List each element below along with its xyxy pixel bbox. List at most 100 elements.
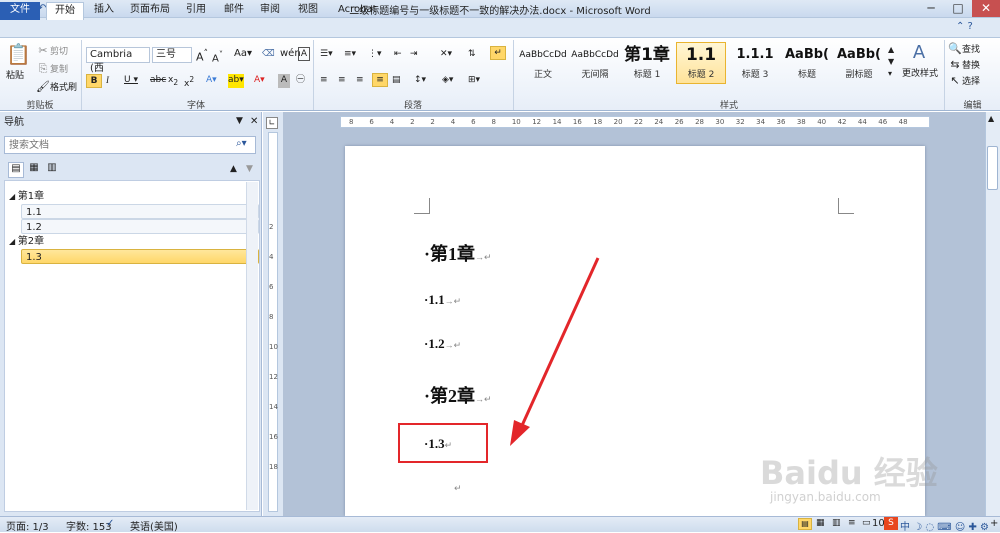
tab-view[interactable]: 视图 — [290, 2, 326, 20]
style-heading-1[interactable]: 第1章 标题 1 — [622, 42, 672, 84]
tree-item[interactable]: 1.1 — [21, 204, 259, 219]
subscript-button[interactable]: x2 — [168, 74, 178, 88]
tab-references[interactable]: 引用 — [178, 2, 214, 20]
browse-results-icon[interactable]: ▥ — [44, 162, 60, 178]
text-effects-icon[interactable]: A▾ — [206, 74, 217, 88]
draft-icon[interactable]: ▭ — [862, 518, 871, 528]
underline-button[interactable]: U ▾ — [124, 74, 138, 88]
heading-1-paragraph[interactable]: ·第2章→↵ — [424, 382, 492, 408]
style-title[interactable]: AaBb(标题 — [782, 42, 832, 84]
align-left-icon[interactable]: ≡ — [320, 74, 328, 88]
nav-scrollbar[interactable] — [246, 182, 258, 510]
line-spacing-icon[interactable]: ↕▾ — [414, 74, 426, 88]
next-heading-icon[interactable]: ▼ — [246, 164, 253, 174]
align-center-icon[interactable]: ≡ — [338, 74, 346, 88]
borders-icon[interactable]: ⊞▾ — [468, 74, 480, 88]
tab-review[interactable]: 审阅 — [252, 2, 288, 20]
style-subtitle[interactable]: AaBb(副标题 — [834, 42, 884, 84]
multilevel-list-icon[interactable]: ⋮▾ — [368, 48, 382, 62]
language-indicator[interactable]: 英语(美国) — [130, 518, 178, 533]
cut-button[interactable]: ✂ 剪切 — [36, 44, 68, 58]
highlight-color-icon[interactable]: ab▾ — [228, 74, 244, 88]
justify-icon[interactable]: ≡ — [372, 73, 388, 87]
show-marks-icon[interactable]: ↵ — [490, 46, 506, 60]
tab-stop-selector[interactable]: ∟ — [266, 117, 278, 129]
tab-page-layout[interactable]: 页面布局 — [122, 2, 178, 20]
web-layout-icon[interactable]: ▥ — [832, 518, 841, 528]
full-screen-reading-icon[interactable]: ▦ — [816, 518, 825, 528]
change-styles-button[interactable]: 更改样式 — [900, 68, 940, 82]
tree-item[interactable]: ◢ 第1章 — [5, 189, 259, 204]
superscript-button[interactable]: x2 — [184, 74, 194, 89]
decrease-indent-icon[interactable]: ⇤ — [394, 48, 402, 62]
bold-button[interactable]: B — [86, 74, 102, 88]
prev-heading-icon[interactable]: ▲ — [230, 164, 237, 174]
bullets-icon[interactable]: ☰▾ — [320, 48, 333, 62]
change-case-icon[interactable]: Aa▾ — [234, 48, 252, 62]
numbering-icon[interactable]: ≡▾ — [344, 48, 356, 62]
zoom-level[interactable]: 10 — [872, 518, 885, 529]
sort-icon[interactable]: ⇅ — [468, 48, 476, 62]
collapse-icon[interactable]: ◢ — [9, 237, 18, 246]
paste-button[interactable]: 粘贴 — [6, 70, 24, 84]
pane-close-icon[interactable]: ✕ — [250, 116, 258, 127]
find-button[interactable]: 🔍查找 — [948, 42, 980, 56]
heading-2-paragraph[interactable]: ·1.1→↵ — [424, 292, 461, 308]
strikethrough-button[interactable]: abc — [150, 74, 166, 88]
zoom-in-icon[interactable]: + — [990, 518, 998, 529]
collapse-icon[interactable]: ◢ — [9, 192, 18, 201]
pane-options-icon[interactable]: ▼ — [236, 116, 243, 126]
styles-scroll-icon[interactable]: ▲ ▼ ▾ — [888, 44, 894, 78]
paste-icon[interactable]: 📋 — [6, 42, 31, 68]
heading-2-paragraph[interactable]: ·1.2→↵ — [424, 336, 461, 352]
enclose-char-icon[interactable]: ㊀ — [296, 74, 305, 88]
print-layout-icon[interactable]: ▤ — [798, 518, 812, 530]
italic-button[interactable]: I — [106, 74, 109, 88]
vertical-ruler[interactable]: 2 4 6 8 10 12 14 16 18 — [268, 132, 278, 512]
font-size-select[interactable]: 三号 — [152, 47, 192, 63]
browse-pages-icon[interactable]: ▦ — [26, 162, 42, 178]
tree-item[interactable]: ◢ 第2章 — [5, 234, 259, 249]
tab-insert[interactable]: 插入 — [86, 2, 122, 20]
maximize-button[interactable]: □ — [945, 0, 971, 17]
change-styles-icon[interactable]: A — [904, 42, 934, 63]
style-normal[interactable]: AaBbCcDd 正文 — [518, 42, 568, 84]
tab-mailings[interactable]: 邮件 — [216, 2, 252, 20]
word-count[interactable]: 字数: 153 — [66, 518, 112, 533]
chinese-layout-icon[interactable]: ✕▾ — [440, 48, 452, 62]
style-no-spacing[interactable]: AaBbCcDd 无间隔 — [570, 42, 620, 84]
copy-button[interactable]: ⎘ 复制 — [36, 62, 68, 76]
tab-home[interactable]: 开始 — [46, 2, 84, 20]
ime-tray-icons[interactable]: 中 ☽ ◌ ⌨ ☺ ✚ ⚙ — [900, 518, 989, 533]
format-painter-button[interactable]: 🖌格式刷 — [36, 80, 77, 94]
search-document-input[interactable] — [4, 136, 256, 154]
char-shading-icon[interactable]: A — [278, 74, 290, 88]
grow-font-icon[interactable]: A˄ — [196, 48, 208, 63]
scroll-thumb[interactable] — [987, 146, 998, 190]
outline-icon[interactable]: ≡ — [848, 518, 856, 528]
font-name-select[interactable]: Cambria (西 — [86, 47, 150, 74]
minimize-button[interactable]: ─ — [918, 0, 944, 17]
help-icon[interactable]: ⌃ ? — [956, 21, 973, 32]
tab-file[interactable]: 文件 — [0, 2, 40, 20]
shading-icon[interactable]: ◈▾ — [442, 74, 453, 88]
tree-item-selected[interactable]: 1.3 — [21, 249, 259, 264]
increase-indent-icon[interactable]: ⇥ — [410, 48, 418, 62]
select-button[interactable]: ↖ 选择 — [948, 74, 980, 88]
browse-headings-icon[interactable]: ▤ — [8, 162, 24, 178]
page-count[interactable]: 页面: 1/3 — [6, 518, 49, 533]
close-button[interactable]: ✕ — [972, 0, 1000, 17]
char-border-icon[interactable]: A — [298, 47, 310, 61]
tab-acrobat[interactable]: Acrobat — [330, 2, 385, 20]
heading-1-paragraph[interactable]: ·第1章→↵ — [424, 240, 492, 266]
proofing-icon[interactable]: ✓ — [106, 518, 114, 529]
scroll-up-icon[interactable]: ▲ — [988, 114, 994, 123]
style-heading-3[interactable]: 1.1.1 标题 3 — [730, 42, 780, 84]
ime-logo-icon[interactable]: S — [884, 517, 898, 530]
clear-format-icon[interactable]: ⌫ — [262, 48, 275, 62]
shrink-font-icon[interactable]: A˅ — [212, 48, 223, 64]
horizontal-ruler[interactable]: 8 6 4 2 2 4 6 8 10 12 14 16 18 20 22 24 26 28 30 32 34 36 38 40… — [340, 116, 930, 128]
font-color-icon[interactable]: A▾ — [254, 74, 265, 88]
replace-button[interactable]: ⇆ 替换 — [948, 58, 980, 72]
tree-item[interactable]: 1.2 — [21, 219, 259, 234]
